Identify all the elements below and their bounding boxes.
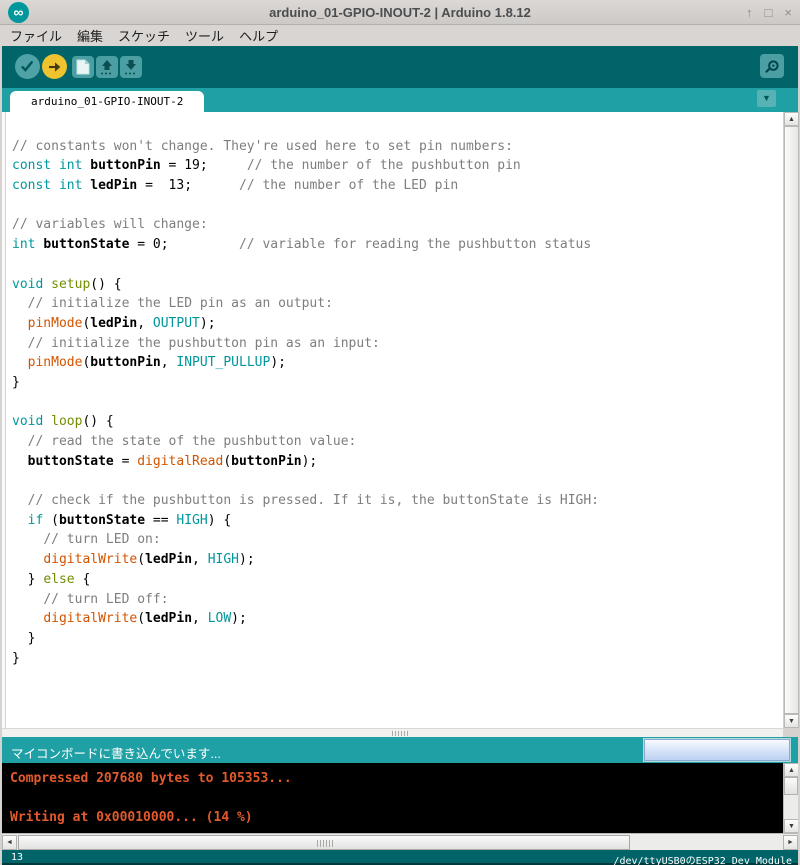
footer-statusbar: 13 /dev/ttyUSB0のESP32 Dev Module [2, 850, 798, 865]
code-area[interactable]: // constants won't change. They're used … [12, 117, 599, 668]
editor-vertical-scrollbar[interactable]: ▲ ▼ [783, 112, 798, 728]
console-lines: Compressed 207680 bytes to 105353...Writ… [10, 769, 292, 828]
console-scroll-up-icon[interactable]: ▲ [784, 763, 798, 777]
tab-list-dropdown-button[interactable]: ▼ [757, 90, 776, 107]
scroll-left-icon[interactable]: ◄ [2, 835, 17, 850]
tabstrip: arduino_01-GPIO-INOUT-2 ▼ [2, 88, 798, 112]
open-sketch-button[interactable] [96, 56, 118, 78]
magnifier-icon [764, 58, 781, 75]
serial-monitor-button[interactable] [760, 54, 784, 78]
document-icon [76, 59, 90, 75]
upload-progressbar [644, 739, 790, 761]
editor-scrollbar-thumb[interactable] [784, 126, 799, 714]
toolbar [2, 46, 798, 88]
bottom-horizontal-scrollbar[interactable]: ◄ ► [2, 833, 798, 850]
scroll-right-icon[interactable]: ► [783, 835, 798, 850]
console-output: Compressed 207680 bytes to 105353...Writ… [2, 763, 798, 833]
scroll-down-icon[interactable]: ▼ [784, 714, 799, 728]
upload-statusbar: マイコンボードに書き込んでいます... [2, 737, 798, 763]
board-port-info: /dev/ttyUSB0のESP32 Dev Module [613, 852, 792, 865]
console-scrollbar-thumb[interactable] [784, 777, 798, 795]
verify-button[interactable] [15, 54, 40, 79]
code-editor[interactable]: // constants won't change. They're used … [2, 112, 783, 728]
upload-status-message: マイコンボードに書き込んでいます... [11, 743, 221, 762]
save-sketch-button[interactable] [120, 56, 142, 78]
arduino-ide-window: ∞ arduino_01-GPIO-INOUT-2 | Arduino 1.8.… [0, 0, 800, 865]
arduino-logo-icon: ∞ [8, 2, 29, 23]
upload-button[interactable] [42, 54, 67, 79]
check-icon [19, 58, 36, 75]
scroll-up-icon[interactable]: ▲ [784, 112, 799, 126]
editor-gutter [2, 112, 6, 728]
menu-item[interactable]: ファイル [10, 26, 62, 45]
splitter-grip[interactable] [392, 731, 408, 736]
new-sketch-button[interactable] [72, 56, 94, 78]
menu-item[interactable]: スケッチ [118, 26, 170, 45]
arrow-right-icon [47, 59, 63, 75]
close-window-icon[interactable]: × [784, 5, 792, 20]
titlebar: ∞ arduino_01-GPIO-INOUT-2 | Arduino 1.8.… [0, 0, 800, 25]
console-vertical-scrollbar[interactable]: ▲ ▼ [783, 763, 798, 833]
arrow-up-icon [99, 59, 115, 76]
menu-item[interactable]: ヘルプ [239, 26, 278, 45]
maximize-window-icon[interactable]: □ [765, 5, 773, 20]
tab-active-sketch[interactable]: arduino_01-GPIO-INOUT-2 [10, 91, 204, 112]
bottom-scrollbar-thumb[interactable] [18, 835, 630, 850]
menu-item[interactable]: ツール [185, 26, 224, 45]
console-scroll-down-icon[interactable]: ▼ [784, 819, 798, 833]
scrollbar-grip [317, 840, 333, 847]
editor-horizontal-scrollbar[interactable] [2, 728, 783, 737]
arrow-down-icon [123, 59, 139, 76]
menu-item[interactable]: 編集 [77, 26, 103, 45]
window-title: arduino_01-GPIO-INOUT-2 | Arduino 1.8.12 [0, 5, 800, 20]
cursor-line-number: 13 [11, 852, 23, 863]
menubar-items: ファイル編集スケッチツールヘルプ [0, 25, 800, 46]
shade-window-icon[interactable]: ↑ [746, 5, 753, 20]
